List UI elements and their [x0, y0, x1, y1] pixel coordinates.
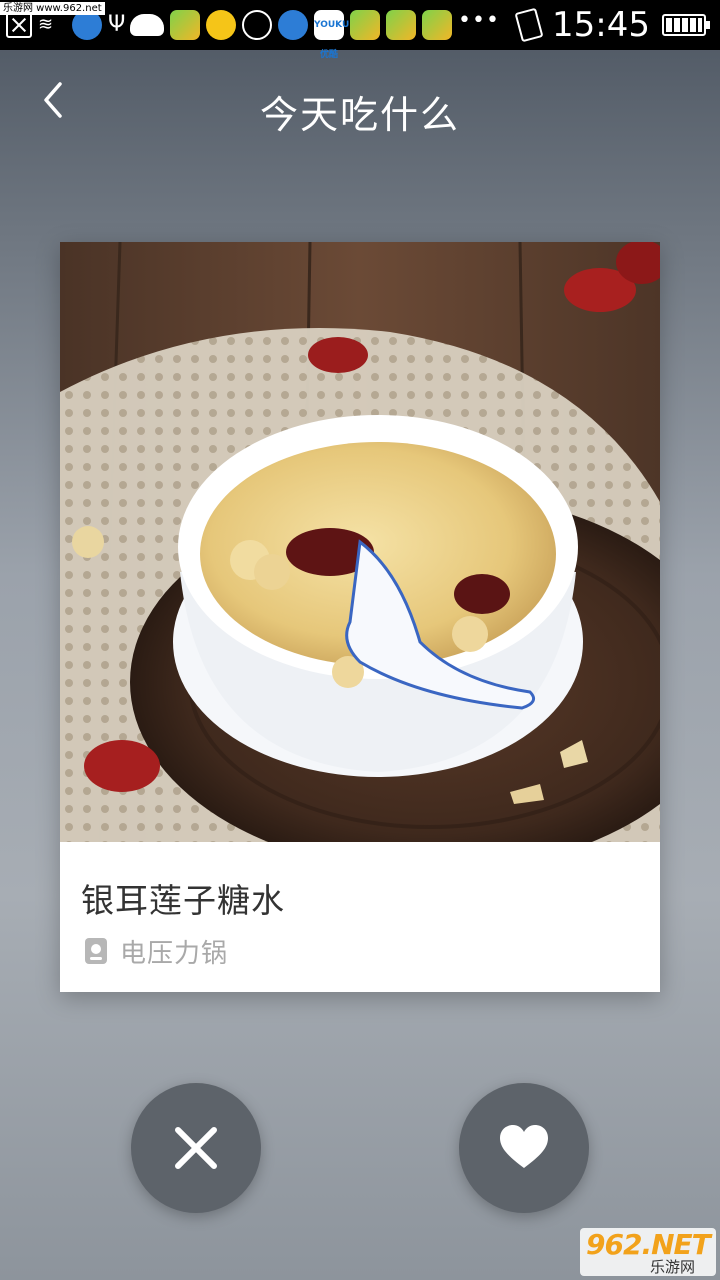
dish-photo-image: [60, 242, 660, 842]
battery-icon: [662, 14, 710, 36]
page-title: 今天吃什么: [259, 93, 460, 137]
android-icon: [130, 14, 164, 36]
usb-icon: Ψ: [108, 12, 126, 37]
recipe-card[interactable]: 银耳莲子糖水 电压力锅: [60, 242, 660, 992]
game-icon: [206, 10, 236, 40]
close-box-icon: [6, 12, 32, 38]
app-store-icon-3: [386, 10, 416, 40]
dish-name: 银耳莲子糖水: [81, 881, 285, 920]
cookware-label: 电压力锅: [120, 938, 229, 969]
heart-icon: [500, 1125, 548, 1168]
site-logo-sub: 乐游网: [650, 1258, 696, 1276]
app-store-icon-4: [422, 10, 452, 40]
weibo-icon: [278, 10, 308, 40]
site-watermark-text: 乐游网 www.962.net: [0, 2, 105, 15]
cookware-row: 电压力锅: [84, 934, 229, 969]
clock: 15:45: [552, 5, 650, 45]
close-icon: [175, 1127, 217, 1169]
smiley-icon: [242, 10, 272, 40]
more-notifications-icon: •••: [458, 8, 500, 33]
status-bar: ≋ Ψ YOUKU 优酷 ••• 乐游网 www.962.net 15:45: [0, 0, 720, 60]
vibrate-icon: [514, 7, 544, 43]
app-store-icon-2: [350, 10, 380, 40]
site-logo: 962.NET 乐游网: [580, 1228, 716, 1276]
dish-photo: [60, 242, 660, 842]
youku-icon: YOUKU 优酷: [314, 10, 349, 60]
app-store-icon: [170, 10, 200, 40]
status-right: 15:45: [514, 0, 710, 50]
dislike-button[interactable]: [131, 1083, 261, 1213]
like-button[interactable]: [459, 1083, 589, 1213]
pressure-cooker-icon: [85, 938, 107, 964]
